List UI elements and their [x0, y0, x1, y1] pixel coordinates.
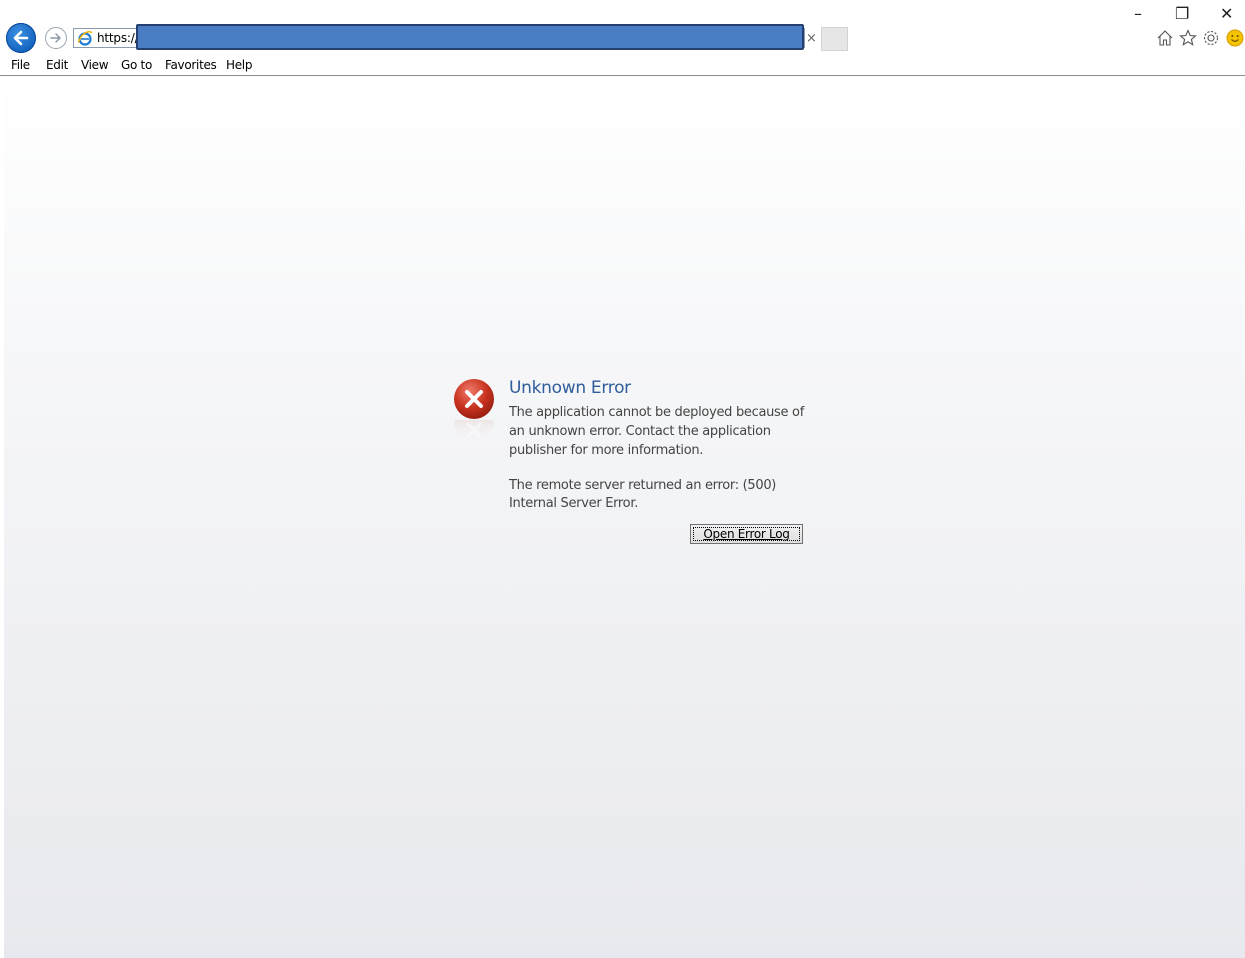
error-title: Unknown Error	[509, 378, 631, 398]
error-detail: The remote server returned an error: (50…	[509, 478, 777, 511]
error-icon-reflection	[454, 420, 494, 440]
menu-view[interactable]: View	[81, 58, 109, 72]
open-error-log-button[interactable]: Open Error Log	[690, 524, 803, 544]
settings-gear-icon[interactable]	[1201, 28, 1221, 48]
address-text: https://	[97, 31, 139, 45]
forward-button[interactable]	[45, 27, 67, 49]
menu-go-to[interactable]: Go to	[121, 58, 152, 72]
new-tab-button[interactable]	[821, 27, 848, 51]
back-arrow-icon	[13, 30, 29, 46]
close-button[interactable]: ✕	[1220, 4, 1233, 23]
error-x-icon	[454, 379, 494, 419]
clear-address-icon[interactable]: ×	[806, 31, 817, 46]
menu-bar: File Edit View Go to Favorites Help	[0, 55, 1245, 76]
error-message: The application cannot be deployed becau…	[509, 405, 804, 458]
minimize-button[interactable]: –	[1134, 4, 1142, 23]
favorites-star-icon[interactable]	[1178, 28, 1198, 48]
internet-explorer-icon	[77, 30, 93, 46]
feedback-smiley-icon[interactable]	[1225, 28, 1245, 48]
menu-edit[interactable]: Edit	[46, 58, 68, 72]
menu-favorites[interactable]: Favorites	[165, 58, 217, 72]
redacted-url	[136, 24, 804, 50]
forward-arrow-icon	[50, 33, 61, 43]
home-icon[interactable]	[1155, 28, 1175, 48]
browser-toolbar: https:// × – ❐ ✕	[0, 0, 1245, 55]
restore-button[interactable]: ❐	[1175, 4, 1189, 23]
menu-file[interactable]: File	[11, 58, 30, 72]
back-button[interactable]	[6, 23, 36, 53]
menu-help[interactable]: Help	[226, 58, 252, 72]
page-content	[4, 76, 1245, 958]
